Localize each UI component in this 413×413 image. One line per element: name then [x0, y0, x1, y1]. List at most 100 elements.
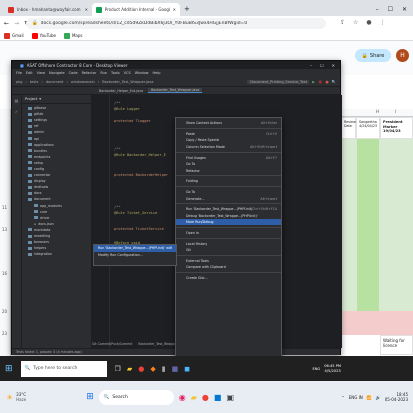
commit-tool-icon[interactable]: ✓ [12, 109, 21, 114]
row-number[interactable]: 13 [2, 227, 7, 232]
menu-edit[interactable]: Edit [26, 71, 33, 75]
windows-start-icon[interactable]: ⊞ [5, 364, 13, 374]
context-menu-item[interactable]: Refactor [176, 167, 281, 174]
terminal-icon[interactable]: ▮ [162, 365, 166, 373]
row-number[interactable]: 20 [2, 309, 7, 314]
explorer-icon[interactable]: ◼ [184, 365, 190, 373]
editor-tab-active[interactable]: Backorder_Test_Wrapper.java [148, 88, 203, 93]
context-menu-item[interactable]: Compare with Clipboard [176, 264, 281, 271]
editor-tab[interactable]: Backorder_Helper_Ext.java [96, 89, 146, 93]
taskbar-search-box[interactable]: 🔍 Type here to search [20, 360, 107, 377]
project-tool-icon[interactable]: ▤ [12, 98, 21, 103]
menu-navigate[interactable]: Navigate [49, 71, 65, 75]
column-header-h[interactable]: H [376, 109, 379, 114]
new-tab-icon[interactable]: + [184, 5, 190, 13]
windows-start-icon[interactable]: ⊞ [86, 392, 94, 402]
url-input[interactable]: 🔒 docs.google.com/spreadsheets/d/12_cd5d… [26, 18, 326, 29]
context-menu-item[interactable]: Git [176, 247, 281, 254]
tool-tab-git[interactable]: Git Commit/Push/Commit [92, 342, 132, 346]
header-cell[interactable]: Reviewed Date [341, 117, 360, 139]
breadcrumb[interactable]: tests [30, 80, 39, 84]
profile-icon[interactable]: ● [366, 19, 371, 26]
chrome-icon[interactable]: ● [202, 393, 209, 402]
ms-store-icon[interactable]: ■ [214, 393, 222, 402]
row-number[interactable]: 16 [2, 271, 7, 276]
ide-app-icon[interactable]: ◆ [150, 365, 155, 373]
breadcrumb[interactable]: windowsmain [71, 80, 95, 84]
debug-icon[interactable]: 🐞 [318, 80, 322, 84]
row-number[interactable]: 11 [2, 205, 7, 210]
share-page-icon[interactable]: ⇪ [340, 19, 345, 26]
context-menu-item[interactable]: Show Context Actions Alt+Enter [176, 120, 281, 127]
citrix-icon[interactable]: ▣ [226, 393, 234, 402]
menu-refactor[interactable]: Refactor [82, 71, 97, 75]
minimize-icon[interactable]: – [376, 6, 379, 13]
context-menu-item[interactable]: Open In [176, 230, 281, 237]
bookmark-gmail[interactable]: Gmail [4, 32, 24, 39]
forward-icon[interactable]: → [14, 20, 19, 27]
context-menu-item[interactable]: Generate... Alt+Insert [176, 195, 281, 202]
minimize-icon[interactable]: – [310, 63, 312, 68]
menu-view[interactable]: View [37, 71, 45, 75]
back-icon[interactable]: ← [4, 20, 9, 27]
browser-tab-sheet[interactable]: Product Addition Internal - Google ✕ [92, 3, 180, 16]
close-icon[interactable]: ✕ [85, 7, 88, 12]
breadcrumb[interactable]: document [46, 80, 64, 84]
breadcrumb[interactable]: pkg [16, 80, 22, 84]
context-menu-item[interactable]: Create Gist... [176, 275, 281, 282]
close-icon[interactable]: ✕ [173, 7, 176, 12]
chevron-up-icon[interactable]: ⌃ [341, 395, 344, 400]
stop-icon[interactable]: ■ [325, 80, 328, 84]
maximize-icon[interactable]: ☐ [320, 63, 324, 68]
close-window-icon[interactable]: ✕ [332, 63, 335, 68]
context-menu-item[interactable]: Folding [176, 178, 281, 185]
context-menu-item[interactable]: Column Selection Mode Alt+Shift+Insert [176, 144, 281, 151]
star-icon[interactable]: ☆ [353, 19, 358, 26]
weather-widget[interactable]: ☀ 33°C Haze [6, 392, 26, 402]
menu-vcs[interactable]: VCS [124, 71, 131, 75]
clock[interactable]: 06:45 PM 4/5/2023 [324, 364, 341, 373]
language-indicator[interactable]: ENG [312, 367, 320, 371]
bookmark-youtube[interactable]: YouTube [31, 32, 56, 39]
menu-file[interactable]: File [16, 71, 22, 75]
share-button[interactable]: 🔒 Share [355, 49, 391, 62]
note-cell[interactable]: Waiting for licence [380, 335, 413, 355]
wifi-icon[interactable]: 📶 [367, 395, 372, 400]
task-view-icon[interactable]: ❐ [115, 365, 121, 373]
chrome-icon[interactable]: ● [138, 365, 144, 373]
chevron-down-icon[interactable]: ▾ [39, 97, 41, 101]
run-config-select[interactable]: Document_Printing_Service_Test [247, 79, 310, 84]
modify-run-config-item[interactable]: Modify Run Configuration... [94, 252, 176, 259]
tool-tab-run[interactable]: Backorder_Test_Wrappe... [138, 342, 179, 346]
menu-icon[interactable]: ⋮ [380, 19, 386, 26]
run-icon[interactable]: ▶ [312, 80, 315, 84]
menu-help[interactable]: Help [153, 71, 161, 75]
menu-tools[interactable]: Tools [111, 71, 120, 75]
row-number[interactable]: 23 [2, 331, 7, 336]
avatar[interactable]: H [396, 49, 409, 62]
teams-icon[interactable]: ■ [172, 365, 179, 373]
header-cell[interactable]: Sangeetha 4/24/04/23 [356, 117, 380, 139]
search-icon[interactable]: 🔍 [332, 80, 336, 84]
taskbar-search[interactable]: 🔍 Search [98, 389, 174, 405]
menu-window[interactable]: Window [135, 71, 149, 75]
project-tree-item[interactable]: integration [28, 251, 91, 257]
column-header-i[interactable]: I [395, 109, 396, 114]
bookmark-maps[interactable]: Maps [63, 32, 82, 39]
menu-run[interactable]: Run [100, 71, 107, 75]
file-explorer-icon[interactable]: ▰ [191, 393, 197, 402]
breadcrumb[interactable]: Backorder_Test_Wrapper.java [102, 80, 153, 84]
maximize-icon[interactable]: ☐ [388, 6, 393, 13]
code-editor[interactable]: /** @Rule Logger protected TLogger /** @… [92, 95, 184, 348]
menu-code[interactable]: Code [69, 71, 78, 75]
header-cell[interactable]: President Marker 19/04/23 [380, 117, 413, 139]
close-window-icon[interactable]: ✕ [402, 6, 407, 13]
volume-icon[interactable]: 🔊 [376, 395, 381, 400]
lang-indicator[interactable]: ENG IN [349, 395, 363, 400]
browser-tab-inbox[interactable]: Inbox - hmahanta@wayfair.com ✕ [4, 3, 92, 16]
context-menu-item[interactable]: More Run/Debug [176, 218, 281, 226]
file-explorer-icon[interactable]: ▰ [127, 365, 132, 373]
clock[interactable]: 18:45 05-04-2023 [385, 392, 408, 402]
colorful-app-icon[interactable]: ◉ [179, 393, 186, 402]
project-label[interactable]: Project [25, 97, 37, 101]
